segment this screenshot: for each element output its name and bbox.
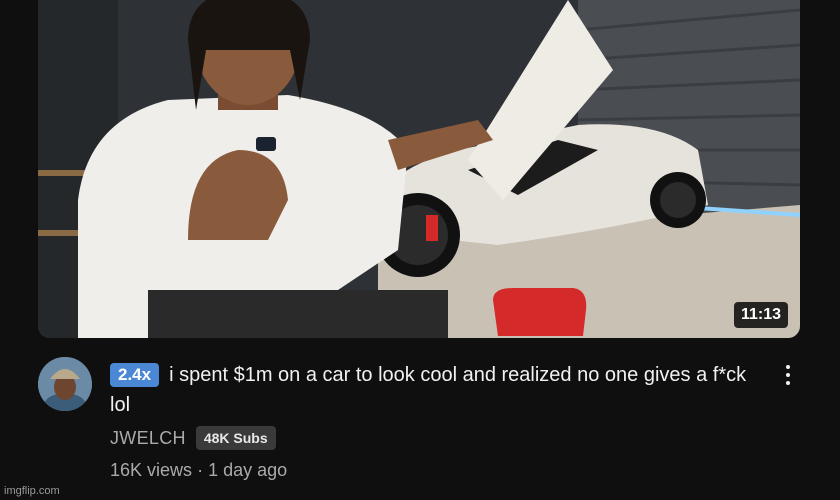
imgflip-watermark: imgflip.com [4, 485, 60, 497]
more-vert-icon[interactable] [778, 360, 798, 390]
view-count: 16K views [110, 460, 193, 480]
duration-badge: 11:13 [733, 302, 788, 328]
channel-row: JWELCH 48K Subs [110, 426, 276, 450]
video-metadata: 16K views · 1 day ago [110, 460, 287, 481]
video-title[interactable]: i spent $1m on a car to look cool and re… [110, 364, 746, 416]
channel-avatar[interactable] [38, 357, 92, 411]
upload-age: 1 day ago [208, 460, 288, 480]
channel-name[interactable]: JWELCH [110, 428, 186, 449]
thumbnail-scene [38, 0, 800, 338]
avatar-image [38, 357, 92, 411]
meta-separator: · [197, 460, 204, 480]
subscriber-badge: 48K Subs [195, 426, 276, 450]
video-thumbnail[interactable]: 11:13 [38, 0, 800, 338]
video-title-block[interactable]: 2.4x i spent $1m on a car to look cool an… [110, 360, 760, 420]
playback-speed-badge: 2.4x [110, 363, 160, 387]
